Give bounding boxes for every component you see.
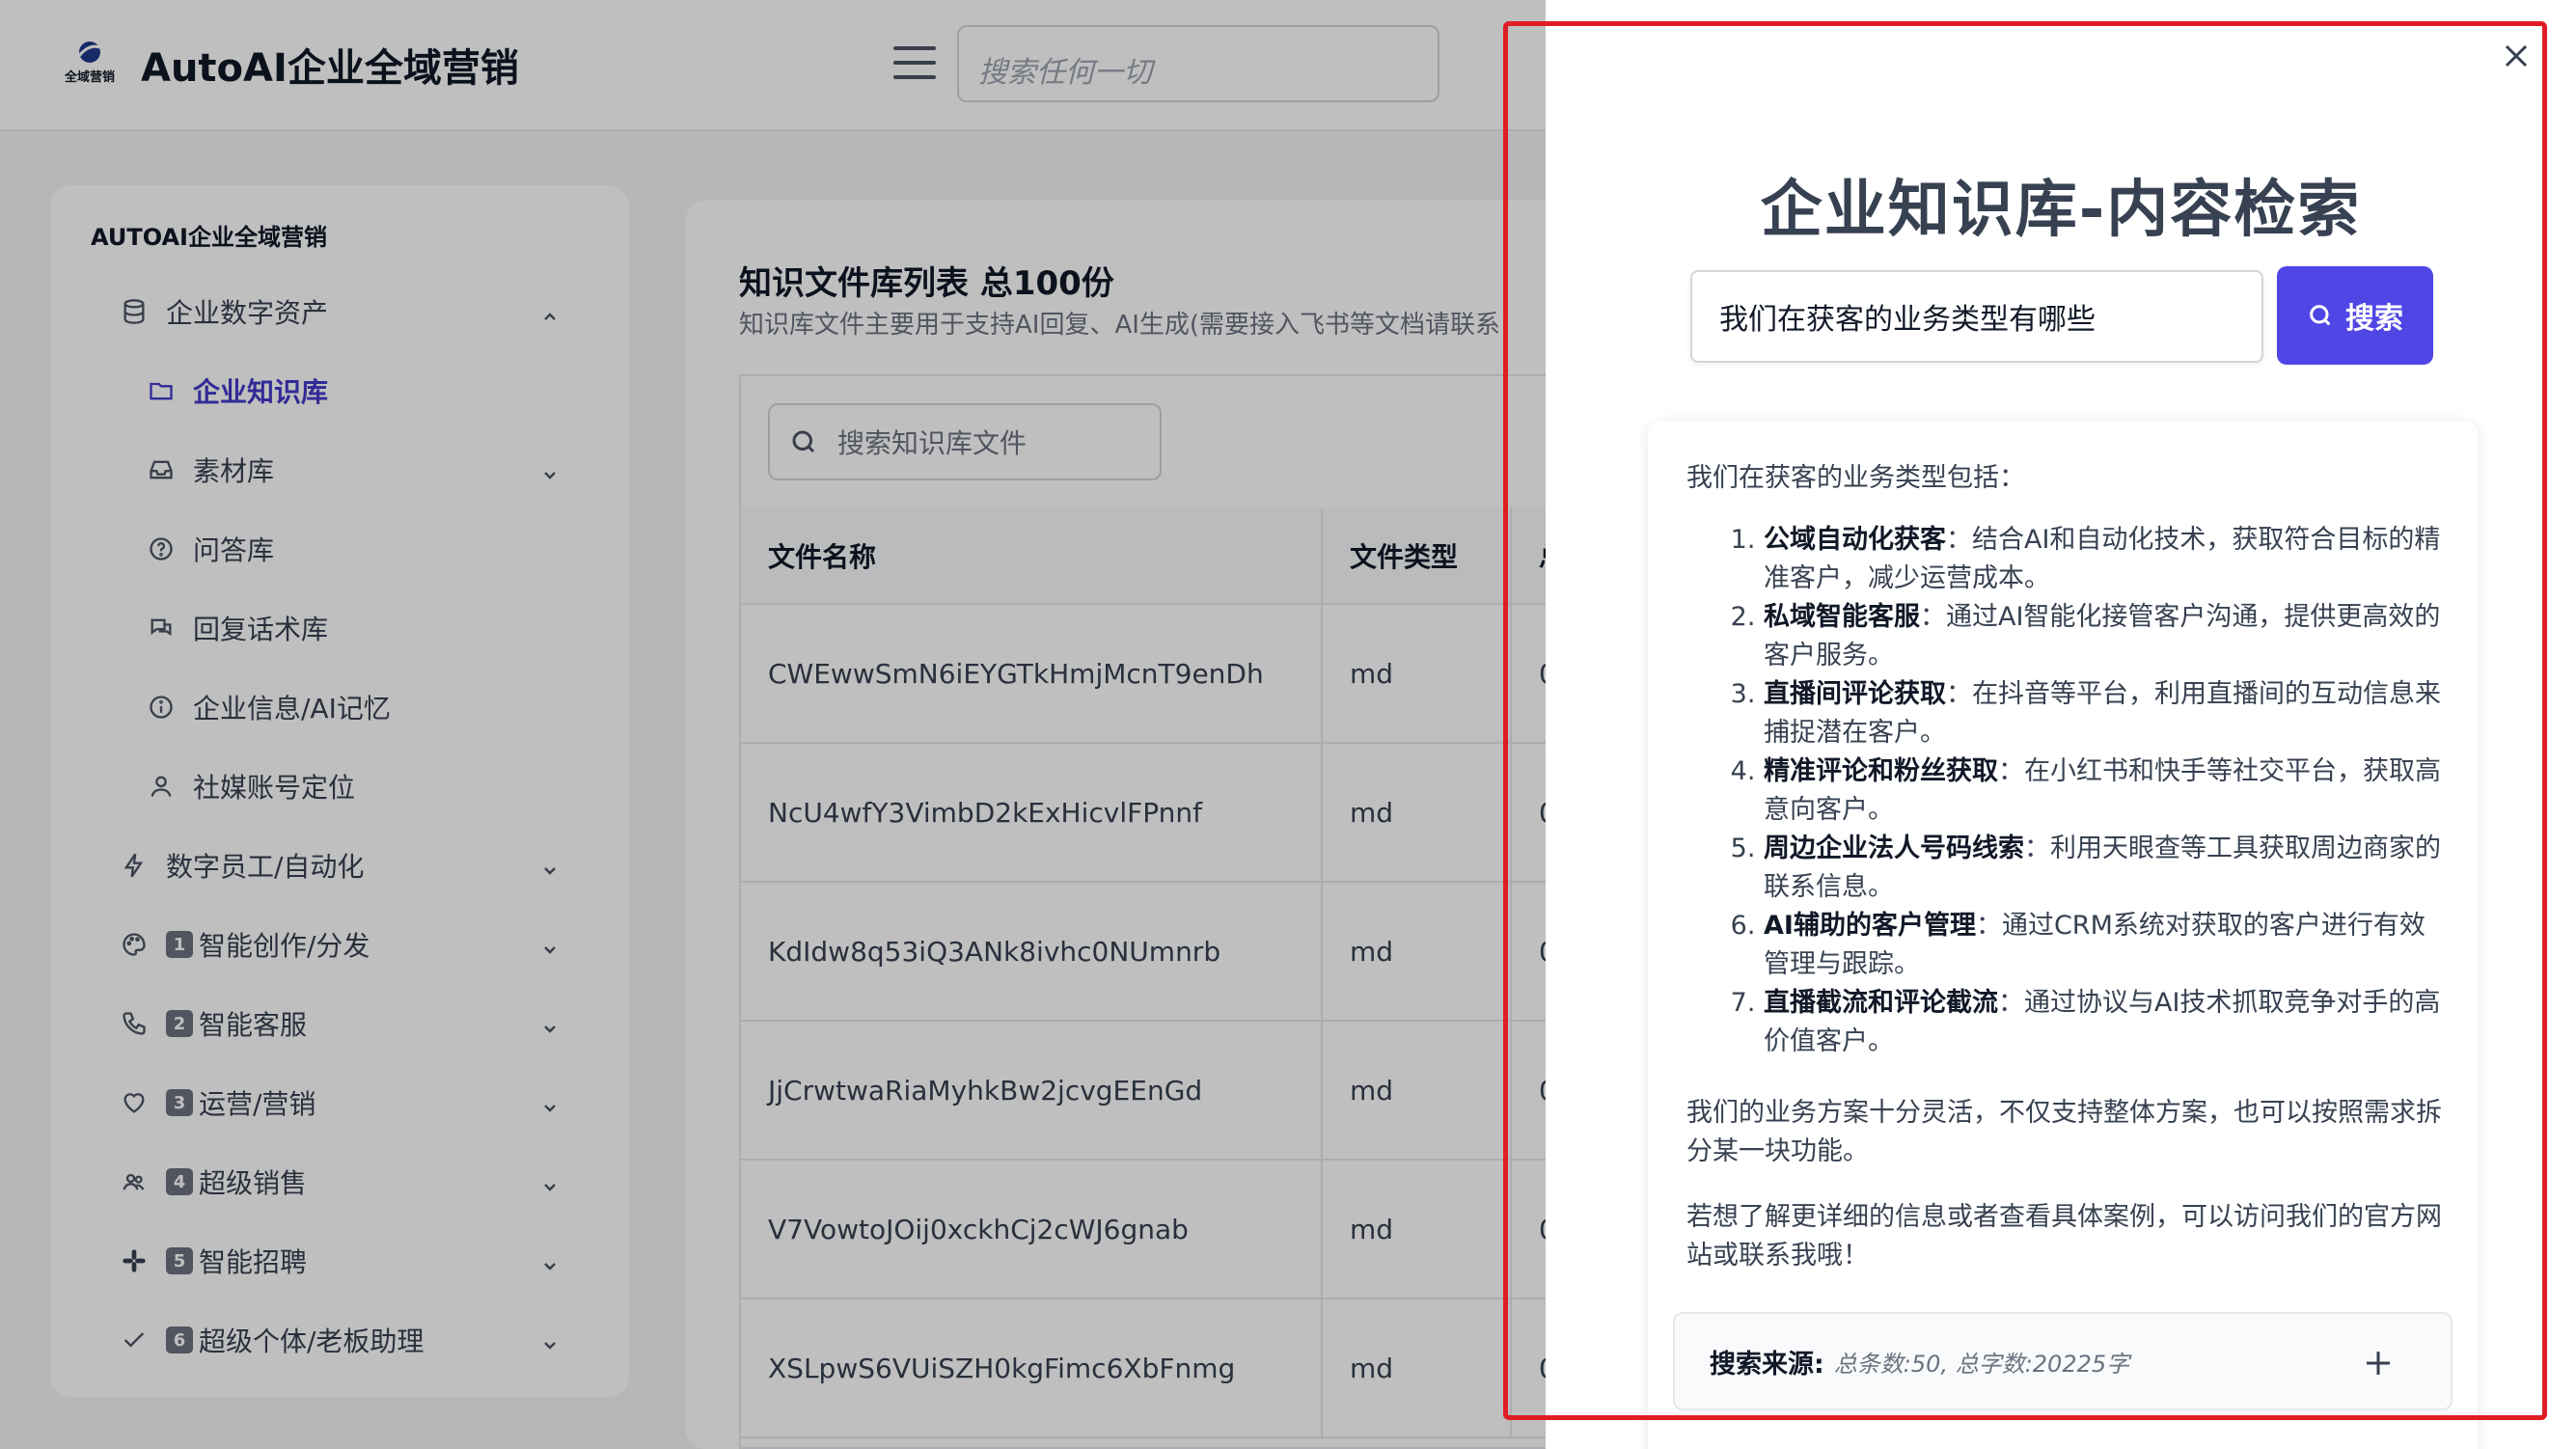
list-item: 周边企业法人号码线索：利用天眼查等工具获取周边商家的联系信息。 [1764,830,2449,907]
plus-icon[interactable] [2364,1349,2393,1378]
item-term: 私域智能客服 [1764,602,1920,632]
item-term: 精准评论和粉丝获取 [1764,756,1998,786]
answer-paragraph: 我们的业务方案十分灵活，不仅支持整体方案，也可以按照需求拆分某一块功能。 [1686,1098,2442,1166]
list-item: 直播截流和评论截流：通过协议与AI技术抓取竞争对手的高价值客户。 [1764,984,2449,1061]
item-term: 周边企业法人号码线索 [1764,834,2024,863]
item-term: 直播截流和评论截流 [1764,988,1998,1018]
sources-collapse[interactable]: 搜索来源: 总条数:50, 总字数:20225字 [1673,1312,2453,1410]
list-item: 公域自动化获客：结合AI和自动化技术，获取符合目标的精准客户，减少运营成本。 [1764,521,2449,598]
sources-meta: 总条数:50, 总字数:20225字 [1833,1350,2130,1378]
answer-list: 公域自动化获客：结合AI和自动化技术，获取符合目标的精准客户，减少运营成本。 私… [1686,521,2449,1061]
answer-intro: 我们在获客的业务类型包括： [1686,463,2025,493]
drawer-title: 企业知识库-内容检索 [1760,175,2362,246]
answer-card: 我们在获客的业务类型包括： 公域自动化获客：结合AI和自动化技术，获取符合目标的… [1648,421,2478,1449]
close-button[interactable] [2501,41,2532,71]
list-item: 私域智能客服：通过AI智能化接管客户沟通，提供更高效的客户服务。 [1764,598,2449,675]
list-item: 直播间评论获取：在抖音等平台，利用直播间的互动信息来捕捉潜在客户。 [1764,675,2449,752]
sources-label: 搜索来源: [1710,1349,1824,1380]
query-input[interactable] [1690,270,2263,363]
search-icon [2310,305,2331,326]
answer-text: 我们在获客的业务类型包括： 公域自动化获客：结合AI和自动化技术，获取符合目标的… [1686,459,2449,1275]
close-icon [2505,44,2528,68]
list-item: AI辅助的客户管理：通过CRM系统对获取的客户进行有效管理与跟踪。 [1764,907,2449,984]
modal-overlay[interactable] [0,0,1546,1449]
search-button[interactable]: 搜索 [2277,266,2433,365]
search-button-label: 搜索 [2345,303,2403,335]
search-drawer: 企业知识库-内容检索 搜索 我们在获客的业务类型包括： 公域自动化获客：结合AI… [1546,0,2576,1449]
item-term: 直播间评论获取 [1764,679,1946,709]
list-item: 精准评论和粉丝获取：在小红书和快手等社交平台，获取高意向客户。 [1764,752,2449,830]
answer-paragraph: 若想了解更详细的信息或者查看具体案例，可以访问我们的官方网站或联系我哦！ [1686,1202,2442,1271]
item-term: AI辅助的客户管理 [1764,911,1976,941]
item-term: 公域自动化获客 [1764,525,1946,555]
